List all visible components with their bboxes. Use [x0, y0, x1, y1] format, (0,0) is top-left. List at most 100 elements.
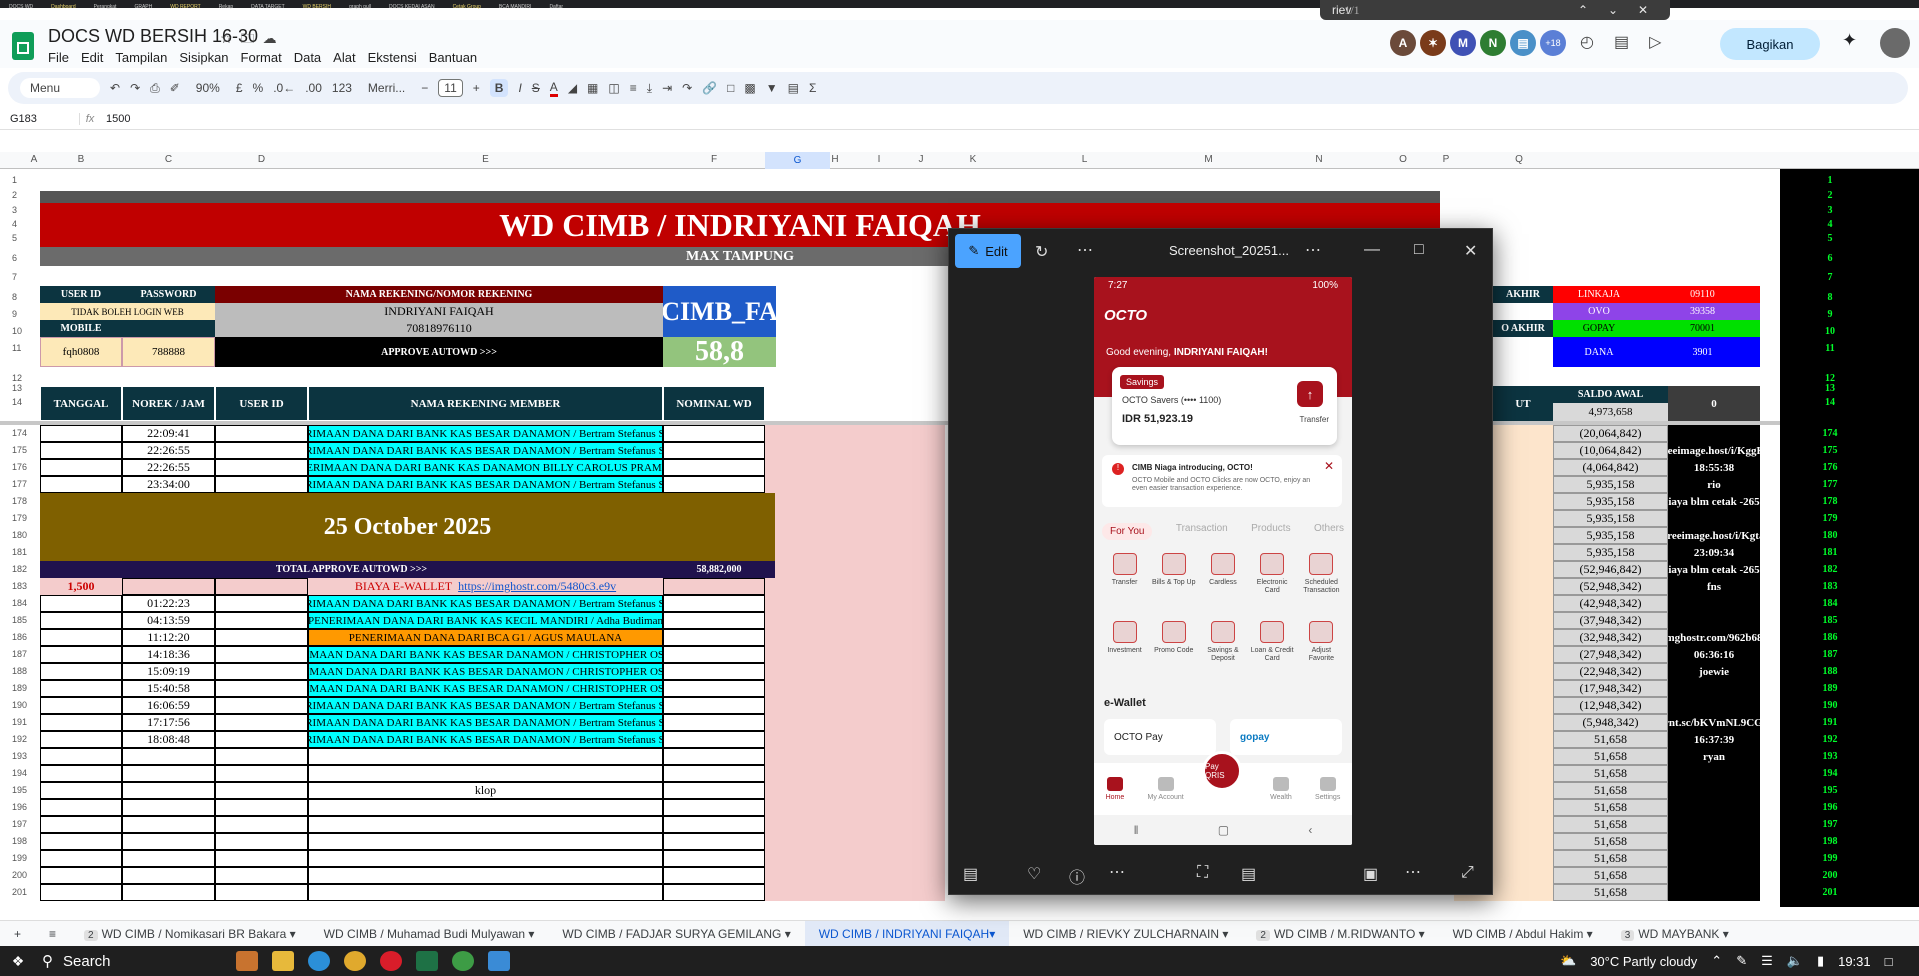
- photos-icon[interactable]: [488, 951, 510, 971]
- password-label[interactable]: PASSWORD: [122, 286, 215, 303]
- sheet-tab[interactable]: WD CIMB / INDRIYANI FAIQAH ▾: [804, 920, 1010, 947]
- dana-value[interactable]: 3901: [1645, 337, 1760, 367]
- column-header-a[interactable]: A: [28, 154, 40, 165]
- functions-icon[interactable]: Σ: [809, 81, 816, 95]
- sheet-tab[interactable]: WD CIMB / Muhamad Budi Mulyawan ▾: [310, 927, 549, 941]
- chrome-icon[interactable]: [344, 951, 366, 971]
- account-avatar[interactable]: [1880, 28, 1910, 58]
- pen-icon[interactable]: ✎: [1736, 953, 1747, 969]
- cloud-icon[interactable]: ☁: [263, 30, 285, 46]
- cell-pink[interactable]: [765, 697, 945, 714]
- cell-jam[interactable]: [122, 748, 215, 765]
- cell-nominal[interactable]: [663, 833, 765, 850]
- cell-tanggal[interactable]: [40, 425, 122, 442]
- menu-file[interactable]: File: [48, 50, 69, 65]
- cell-nominal[interactable]: [663, 816, 765, 833]
- cell-saldo[interactable]: 5,935,158: [1553, 493, 1668, 510]
- cell-nominal[interactable]: [663, 663, 765, 680]
- cell-desc[interactable]: PENERIMAAN DANA DARI BANK KAS BESAR DANA…: [308, 731, 663, 748]
- mobile-empty[interactable]: [122, 320, 215, 337]
- italic-button[interactable]: I: [518, 81, 521, 95]
- cell-saldo[interactable]: (22,948,342): [1553, 663, 1668, 680]
- cell-user[interactable]: [215, 697, 308, 714]
- chevron-down-icon[interactable]: ▾: [525, 927, 534, 941]
- cell-note[interactable]: 23:09:34: [1668, 544, 1760, 561]
- gemini-icon[interactable]: ✦: [1842, 30, 1857, 51]
- notification-icon[interactable]: □: [1885, 954, 1893, 969]
- bank-name[interactable]: CIMB_FA: [663, 286, 776, 337]
- row-number[interactable]: 199: [0, 853, 40, 863]
- cell-pink[interactable]: [765, 748, 945, 765]
- row-number[interactable]: 186: [0, 632, 40, 642]
- taskbar-search[interactable]: ⚲ Search: [36, 952, 226, 971]
- cell-jam[interactable]: 23:34:00: [122, 476, 215, 493]
- cell-desc[interactable]: PENERIMAAN DANA DARI BANK KAS DANAMON BI…: [308, 459, 663, 476]
- close-icon[interactable]: ✕: [1628, 3, 1658, 17]
- cell-pink[interactable]: [765, 816, 945, 833]
- akhir-label[interactable]: AKHIR: [1493, 286, 1553, 303]
- row-number[interactable]: 180: [0, 530, 40, 540]
- collaborator-avatar[interactable]: A: [1390, 30, 1416, 56]
- minimize-icon[interactable]: —: [1364, 241, 1380, 259]
- collaborator-avatar[interactable]: ▤: [1510, 30, 1536, 56]
- cell-jam[interactable]: [122, 850, 215, 867]
- cell-jam[interactable]: [122, 884, 215, 901]
- valign-icon[interactable]: ⤓: [647, 81, 652, 96]
- cell-note[interactable]: [1668, 612, 1760, 629]
- sheet-tab[interactable]: WD CIMB / RIEVKY ZULCHARNAIN ▾: [1009, 927, 1242, 941]
- row-number[interactable]: 1: [0, 175, 40, 185]
- column-header-c[interactable]: C: [122, 154, 215, 165]
- cell-note[interactable]: reeimage.host/i/KggK: [1668, 442, 1760, 459]
- cell-user[interactable]: [215, 629, 308, 646]
- cell-saldo[interactable]: (17,948,342): [1553, 680, 1668, 697]
- cell-saldo[interactable]: 51,658: [1553, 833, 1668, 850]
- column-header-e[interactable]: E: [308, 154, 663, 165]
- cell-nominal[interactable]: [663, 799, 765, 816]
- cell-saldo[interactable]: 5,935,158: [1553, 527, 1668, 544]
- filter-views-icon[interactable]: ▤: [788, 81, 799, 95]
- cell-nominal[interactable]: [663, 697, 765, 714]
- minus-icon[interactable]: −: [421, 81, 428, 95]
- column-header-m[interactable]: M: [1147, 154, 1270, 165]
- menu-tampilan[interactable]: Tampilan: [115, 50, 167, 65]
- all-sheets-icon[interactable]: ≡: [35, 927, 70, 941]
- cell-saldo[interactable]: (10,064,842): [1553, 442, 1668, 459]
- cell-nominal[interactable]: [663, 850, 765, 867]
- cell-note[interactable]: [1668, 765, 1760, 782]
- cell-jam[interactable]: [122, 833, 215, 850]
- cell-saldo[interactable]: 5,935,158: [1553, 510, 1668, 527]
- find-bar[interactable]: riev 1/1 ⌃ ⌄ ✕: [1320, 0, 1670, 20]
- cell-pink[interactable]: [765, 425, 945, 442]
- column-header-k[interactable]: K: [924, 154, 1022, 165]
- history-icon[interactable]: ◴: [1580, 32, 1594, 52]
- row-number[interactable]: 11: [0, 343, 40, 353]
- cell-desc[interactable]: PENERIMAAN DANA DARI BANK KAS BESAR DANA…: [308, 697, 663, 714]
- cell-note[interactable]: [1668, 782, 1760, 799]
- photo-viewer-window[interactable]: ✎ Edit ↻ ⋯ Screenshot_20251... ⋯ — □ ✕ 7:…: [948, 228, 1493, 895]
- column-header-p[interactable]: P: [1438, 154, 1454, 165]
- col-tanggal[interactable]: TANGGAL: [40, 386, 122, 421]
- cell-nominal[interactable]: [663, 612, 765, 629]
- cell-saldo[interactable]: 51,658: [1553, 731, 1668, 748]
- linkaja-value[interactable]: 09110: [1645, 286, 1760, 303]
- cell-nominal[interactable]: [663, 765, 765, 782]
- bookmark-3[interactable]: GRAPH: [128, 4, 158, 10]
- cell-saldo[interactable]: 5,935,158: [1553, 544, 1668, 561]
- cell-user[interactable]: [215, 867, 308, 884]
- col-nama-member[interactable]: NAMA REKENING MEMBER: [308, 386, 663, 421]
- cell-tanggal[interactable]: [40, 748, 122, 765]
- cell-desc[interactable]: [308, 765, 663, 782]
- chrome-icon-2[interactable]: [452, 951, 474, 971]
- column-header-g[interactable]: G: [765, 152, 830, 169]
- row-number[interactable]: 192: [0, 734, 40, 744]
- cell-nominal[interactable]: [663, 884, 765, 901]
- row-number[interactable]: 177: [0, 479, 40, 489]
- row-number[interactable]: 175: [0, 445, 40, 455]
- col-out[interactable]: UT: [1493, 386, 1553, 421]
- bookmark-10[interactable]: Cetak Group: [447, 4, 487, 10]
- cell-tanggal[interactable]: [40, 850, 122, 867]
- cell-note[interactable]: [1668, 680, 1760, 697]
- date-banner[interactable]: 25 October 2025: [40, 493, 775, 561]
- cell-nominal[interactable]: [663, 782, 765, 799]
- linkaja-label[interactable]: LINKAJA: [1553, 286, 1645, 303]
